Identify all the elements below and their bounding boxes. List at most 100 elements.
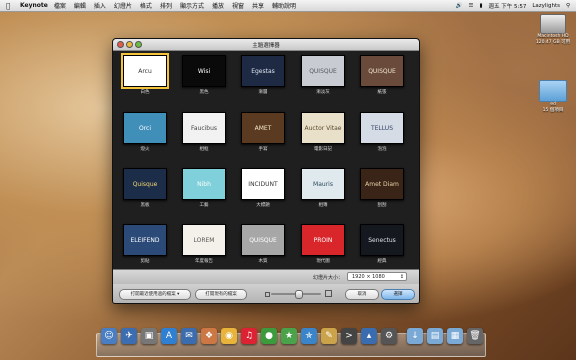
photo-icon[interactable]: ❖: [201, 328, 217, 344]
desktop-hard-drive[interactable]: Macintosh HD 120.47 GB 可用: [535, 14, 571, 45]
theme-item[interactable]: LOREM 年度報告: [181, 224, 227, 264]
theme-thumbnail[interactable]: LOREM: [182, 224, 226, 256]
open-existing-button[interactable]: 打開現有的檔案: [195, 289, 247, 300]
menu-edit[interactable]: 編輯: [74, 1, 86, 10]
preview-icon[interactable]: ✎: [321, 328, 337, 344]
theme-label: 相框: [199, 147, 209, 152]
chrome-icon[interactable]: ◉: [221, 328, 237, 344]
keynote-icon[interactable]: ▴: [361, 328, 377, 344]
app-store-icon[interactable]: A: [161, 328, 177, 344]
sound-icon[interactable]: 🔊: [456, 3, 463, 9]
theme-item[interactable]: Quisque 黑板: [122, 168, 168, 208]
menu-insert[interactable]: 插入: [94, 1, 106, 10]
menu-app-name[interactable]: Keynote: [20, 2, 48, 9]
thumbnail-size-slider[interactable]: [271, 290, 321, 299]
theme-thumbnail-text: Arcu: [138, 67, 152, 75]
terminal-icon[interactable]: >: [341, 328, 357, 344]
theme-item[interactable]: AMET 手寫: [240, 112, 286, 152]
theme-thumbnail[interactable]: TELLUS: [360, 112, 404, 144]
theme-item[interactable]: Nibh 工藝: [181, 168, 227, 208]
theme-item[interactable]: Egestas 漸層: [240, 55, 286, 95]
theme-item[interactable]: Arcu 白色: [121, 53, 169, 95]
mission-control-icon[interactable]: ▣: [141, 328, 157, 344]
theme-thumbnail[interactable]: Nibh: [182, 168, 226, 200]
desktop-folder[interactable]: ed 15 個項目: [536, 80, 570, 113]
menu-slide[interactable]: 幻燈片: [114, 1, 132, 10]
menu-share[interactable]: 共享: [252, 1, 264, 10]
theme-item[interactable]: QUISQUE 紙張: [359, 55, 405, 95]
theme-item[interactable]: Auctor Vitae 電影日記: [300, 112, 346, 152]
theme-thumbnail[interactable]: Mauris: [301, 168, 345, 200]
downloads-folder-icon[interactable]: ↓: [407, 328, 423, 344]
battery-icon[interactable]: ▮: [479, 3, 482, 9]
theme-thumbnail[interactable]: QUISQUE: [301, 55, 345, 87]
theme-item[interactable]: Faucibus 相框: [181, 112, 227, 152]
theme-thumbnail[interactable]: Wisi: [182, 55, 226, 87]
theme-thumbnail[interactable]: Amet Diam: [360, 168, 404, 200]
app-icon[interactable]: ★: [281, 328, 297, 344]
open-recent-button[interactable]: 打開最近使用過的檔案 ▾: [119, 289, 191, 300]
slider-knob[interactable]: [295, 290, 303, 299]
menu-file[interactable]: 檔案: [54, 1, 66, 10]
theme-thumbnail[interactable]: QUISQUE: [241, 224, 285, 256]
theme-thumbnail[interactable]: Arcu: [121, 53, 169, 89]
applications-folder-icon[interactable]: ▦: [447, 328, 463, 344]
theme-thumbnail[interactable]: Senectus: [360, 224, 404, 256]
theme-thumbnail[interactable]: ELEIFEND: [123, 224, 167, 256]
theme-label: 泡泡: [377, 147, 387, 152]
theme-item[interactable]: TELLUS 泡泡: [359, 112, 405, 152]
theme-thumbnail-text: Orci: [138, 124, 152, 132]
preferences-icon[interactable]: ⚙: [381, 328, 397, 344]
theme-thumbnail[interactable]: Egestas: [241, 55, 285, 87]
spotlight-icon[interactable]: ⚲: [566, 3, 570, 9]
theme-label: 黑板: [140, 203, 150, 208]
wifi-icon[interactable]: ☰: [469, 3, 474, 9]
theme-label: 燈火: [140, 147, 150, 152]
choose-button[interactable]: 選擇: [381, 289, 415, 300]
apple-menu-icon[interactable]: : [6, 2, 16, 10]
theme-thumbnail[interactable]: Orci: [123, 112, 167, 144]
theme-thumbnail[interactable]: INCIDUNT: [241, 168, 285, 200]
theme-item[interactable]: PROIN 現代圖: [300, 224, 346, 264]
theme-item[interactable]: Senectus 經典: [359, 224, 405, 264]
music-icon[interactable]: ♫: [241, 328, 257, 344]
clock[interactable]: 週五 下午 5:57: [488, 2, 526, 10]
mail-icon[interactable]: ✉: [181, 328, 197, 344]
theme-thumbnail[interactable]: Auctor Vitae: [301, 112, 345, 144]
theme-thumbnail-text: ELEIFEND: [130, 236, 160, 244]
user-name[interactable]: Lazylights: [532, 3, 560, 9]
theme-item[interactable]: QUISQUE 漸淡灰: [300, 55, 346, 95]
theme-item[interactable]: INCIDUNT 大標題: [240, 168, 286, 208]
launchpad-icon[interactable]: ✈: [121, 328, 137, 344]
hard-drive-size: 120.47 GB 可用: [535, 40, 571, 45]
open-recent-label: 打開最近使用過的檔案: [130, 292, 176, 297]
theme-item[interactable]: ELEIFEND 剪貼: [122, 224, 168, 264]
theme-item[interactable]: Mauris 相簿: [300, 168, 346, 208]
menu-window[interactable]: 視窗: [232, 1, 244, 10]
theme-item[interactable]: Amet Diam 刮刮: [359, 168, 405, 208]
theme-thumbnail[interactable]: QUISQUE: [360, 55, 404, 87]
slide-size-select[interactable]: 1920 × 1080 ↕: [347, 272, 407, 281]
theme-thumbnail[interactable]: AMET: [241, 112, 285, 144]
theme-thumbnail[interactable]: PROIN: [301, 224, 345, 256]
safari-icon[interactable]: ✯: [301, 328, 317, 344]
theme-thumbnail-text: Egestas: [251, 67, 275, 75]
menu-arrange[interactable]: 排列: [160, 1, 172, 10]
trash-icon[interactable]: 🗑: [467, 328, 483, 344]
finder-icon[interactable]: ☺: [101, 328, 117, 344]
theme-item[interactable]: Wisi 黑色: [181, 55, 227, 95]
theme-thumbnail[interactable]: Faucibus: [182, 112, 226, 144]
menu-view[interactable]: 顯示方式: [180, 1, 204, 10]
menu-play[interactable]: 播放: [212, 1, 224, 10]
menu-help[interactable]: 輔助說明: [272, 1, 296, 10]
cancel-button[interactable]: 取消: [345, 289, 379, 300]
theme-thumbnail-text: Wisi: [197, 67, 211, 75]
chat-icon[interactable]: ●: [261, 328, 277, 344]
theme-thumbnail[interactable]: Quisque: [123, 168, 167, 200]
menu-format[interactable]: 格式: [140, 1, 152, 10]
theme-label: 漸層: [258, 90, 268, 95]
theme-item[interactable]: Orci 燈火: [122, 112, 168, 152]
theme-item[interactable]: QUISQUE 木質: [240, 224, 286, 264]
theme-thumbnail-text: Mauris: [313, 180, 333, 188]
documents-folder-icon[interactable]: ▤: [427, 328, 443, 344]
